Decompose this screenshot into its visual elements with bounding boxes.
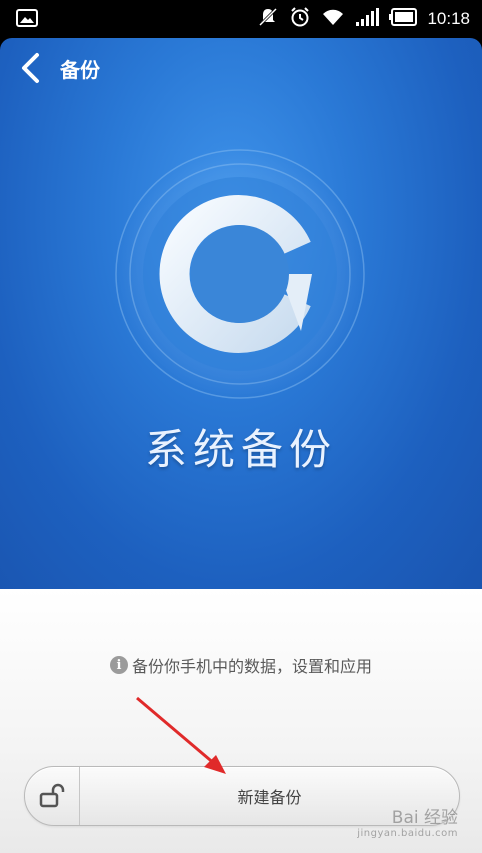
chevron-left-icon	[22, 53, 39, 83]
battery-icon	[389, 8, 418, 30]
hero-title: 系统备份	[144, 425, 337, 474]
backup-logo-icon	[112, 146, 368, 402]
clock-time: 10:18	[427, 9, 470, 28]
silent-icon	[257, 6, 279, 32]
watermark: Bai 经验 jingyan.baidu.com	[357, 803, 458, 839]
status-bar: 10:18	[0, 0, 482, 38]
info-icon: i	[109, 656, 128, 674]
wifi-icon	[321, 7, 345, 31]
unlock-icon	[39, 783, 65, 808]
alarm-icon	[289, 6, 311, 32]
top-bar: 备份	[0, 38, 482, 98]
hero-panel: 备份 系统备份	[0, 38, 482, 589]
signal-icon	[355, 7, 380, 31]
lock-button[interactable]	[25, 767, 80, 825]
watermark-logo: Bai 经验	[391, 808, 458, 828]
bottom-panel: i 备份你手机中的数据，设置和应用 新建备份 Bai 经验 jingyan.ba…	[0, 589, 482, 853]
info-text: 备份你手机中的数据，设置和应用	[131, 657, 372, 676]
watermark-url: jingyan.baidu.com	[357, 828, 458, 839]
back-button[interactable]	[12, 50, 48, 86]
image-notification-icon	[16, 9, 38, 31]
page-title: 备份	[60, 58, 100, 82]
info-row: i 备份你手机中的数据，设置和应用	[0, 653, 482, 677]
backup-screen: 备份 系统备份 i 备份你手机中的数据，设置和应用 新建备份 Bai 经验 ji…	[0, 38, 482, 853]
